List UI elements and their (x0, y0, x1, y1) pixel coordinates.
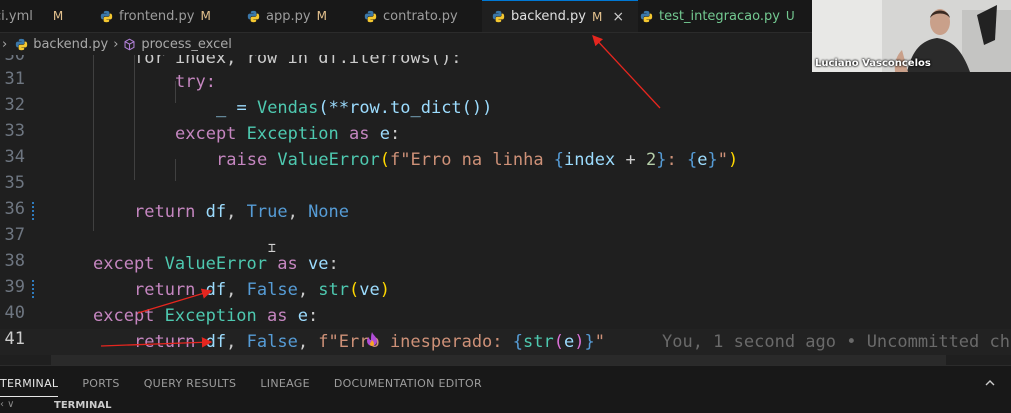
code-line: 33 except Exception as e: (0, 121, 1011, 147)
python-icon (100, 10, 113, 22)
line-number: 41 (4, 329, 25, 349)
modified-badge: M (200, 9, 211, 23)
git-blame-annotation: You, 1 second ago • Uncommitted cha (662, 332, 1011, 352)
python-icon (640, 10, 653, 22)
line-number: 32 (4, 95, 25, 115)
line-number: 33 (4, 121, 25, 141)
untracked-badge: U (785, 9, 795, 23)
code-line: 40 except Exception as e: (0, 303, 1011, 329)
code-line: 37 (0, 225, 1011, 251)
breadcrumb-symbol[interactable]: process_excel (141, 37, 231, 52)
code-line: 36 return df, True, None (0, 199, 1011, 225)
breadcrumb-chevron-icon: › (2, 36, 8, 52)
section-label: TERMINAL (54, 400, 112, 411)
line-number: 38 (4, 251, 25, 271)
python-icon (16, 38, 28, 50)
breadcrumb-separator: › (113, 36, 119, 52)
line-number: 31 (4, 69, 25, 89)
line-number: 37 (4, 225, 25, 245)
line-number: 39 (4, 277, 25, 297)
code-line: 35 (0, 173, 1011, 199)
tab-query-results[interactable]: QUERY RESULTS (144, 377, 237, 390)
line-number: 35 (4, 173, 25, 193)
tab-contrato-py[interactable]: contrato.py (364, 0, 474, 32)
line-number: 36 (4, 199, 25, 219)
code-line-current: 41 return df, False, f"Erro inesperado: … (0, 329, 1011, 355)
tab-test-integracao-py[interactable]: test_integracao.py U (640, 0, 810, 32)
tab-label: test_integracao.py (659, 8, 780, 24)
tab-ci-yml[interactable]: ci.yml M (0, 0, 90, 32)
tab-label: ci.yml (0, 8, 33, 24)
close-icon[interactable]: × (612, 9, 624, 25)
code-text: _ = Vendas(**row.to_dict()) (216, 98, 493, 118)
python-icon (247, 10, 260, 22)
tab-label: frontend.py (119, 8, 195, 24)
tab-frontend-py[interactable]: frontend.py M (100, 0, 220, 32)
section-toggle-icon[interactable]: ‹ ∨ (0, 399, 15, 410)
horizontal-scrollbar[interactable] (51, 355, 946, 365)
code-line: 32 _ = Vendas(**row.to_dict()) (0, 95, 1011, 121)
tab-lineage[interactable]: LINEAGE (260, 377, 309, 390)
code-text: try: (175, 72, 216, 92)
code-line: 34 raise ValueError(f"Erro na linha {ind… (0, 147, 1011, 173)
python-icon (364, 10, 377, 22)
python-icon (492, 10, 505, 23)
code-text: except ValueError as ve: (93, 254, 339, 274)
code-text: except Exception as e: (93, 306, 319, 326)
line-number: 34 (4, 147, 25, 167)
code-text: return df, True, None (134, 202, 350, 222)
modified-badge: M (592, 9, 603, 24)
tab-ports[interactable]: PORTS (82, 377, 119, 390)
maximize-panel-chevron-icon[interactable] (984, 377, 996, 389)
tab-terminal[interactable]: TERMINAL (0, 370, 59, 397)
code-line: 31 try: (0, 69, 1011, 95)
code-line: 38 except ValueError as ve: (0, 251, 1011, 277)
tab-label: contrato.py (383, 8, 458, 24)
modified-badge: M (52, 9, 64, 23)
code-text: raise ValueError(f"Erro na linha {index … (216, 150, 739, 170)
method-cube-icon (124, 38, 135, 50)
line-number: 30 (4, 55, 25, 65)
tab-app-py[interactable]: app.py M (247, 0, 347, 32)
code-editor[interactable]: 30 for index, row in df.iterrows(): 31 t… (0, 55, 1011, 365)
webcam-overlay: Luciano Vasconcelos (812, 0, 1011, 72)
copilot-sparkle-icon[interactable] (364, 331, 380, 349)
webcam-participant-name: Luciano Vasconcelos (815, 58, 931, 69)
text-cursor-icon: ⌶ (268, 241, 276, 256)
code-text: except Exception as e: (175, 124, 401, 144)
tab-documentation-editor[interactable]: DOCUMENTATION EDITOR (334, 377, 482, 390)
tab-backend-py[interactable]: backend.py M × (482, 0, 638, 32)
breadcrumb-file[interactable]: backend.py (33, 37, 108, 52)
modified-badge: M (316, 9, 327, 23)
terminal-section-header: ‹ ∨ TERMINAL (0, 399, 1011, 413)
code-line: 39 return df, False, str(ve) (0, 277, 1011, 303)
panel-tab-bar: TERMINAL PORTS QUERY RESULTS LINEAGE DOC… (0, 365, 1011, 400)
tab-label: app.py (266, 8, 311, 24)
tab-label: backend.py (511, 9, 586, 24)
line-number: 40 (4, 303, 25, 323)
code-text: return df, False, str(ve) (134, 280, 390, 300)
